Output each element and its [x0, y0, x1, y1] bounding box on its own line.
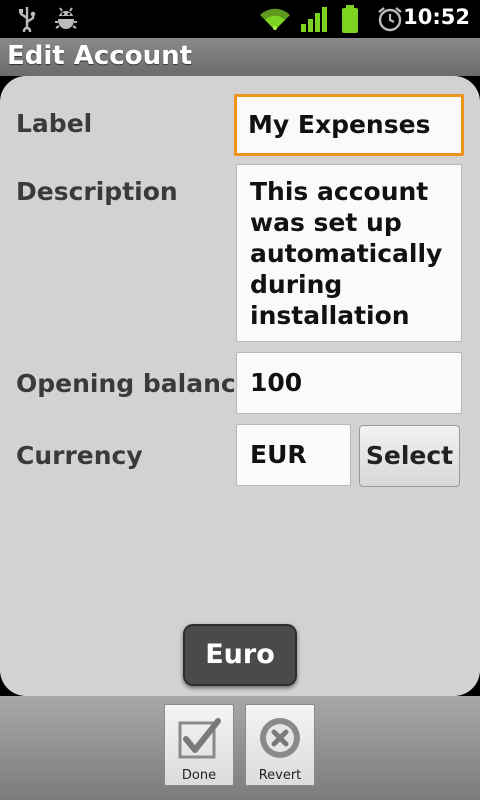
toast-message: Euro — [183, 624, 297, 686]
description-input[interactable]: This account was set up automatically du… — [236, 164, 462, 342]
status-clock: 10:52 — [403, 5, 470, 29]
description-field-label: Description — [16, 177, 178, 206]
page-title: Edit Account — [7, 41, 193, 71]
signal-icon — [301, 7, 327, 32]
opening-balance-input[interactable]: 100 — [236, 352, 462, 414]
label-input[interactable]: My Expenses — [234, 94, 464, 156]
battery-icon — [342, 5, 358, 33]
wifi-icon — [260, 8, 290, 31]
label-field-label: Label — [16, 109, 93, 138]
currency-input[interactable]: EUR — [236, 424, 351, 486]
select-currency-button[interactable]: Select — [359, 425, 460, 487]
android-debug-icon — [55, 7, 77, 29]
cancel-icon — [260, 718, 300, 758]
opening-balance-field-label: Opening balance — [16, 369, 253, 398]
checkmark-icon — [178, 718, 221, 759]
currency-field-label: Currency — [16, 441, 143, 470]
revert-button[interactable]: Revert — [245, 704, 315, 786]
title-bar: Edit Account — [0, 38, 480, 76]
done-button[interactable]: Done — [164, 704, 234, 786]
revert-label: Revert — [258, 768, 302, 783]
bottom-action-bar: Done Revert — [0, 696, 480, 800]
form-card: Label My Expenses Description This accou… — [0, 76, 480, 696]
status-bar: 10:52 — [0, 0, 480, 38]
done-label: Done — [181, 768, 217, 783]
usb-icon — [19, 7, 36, 32]
alarm-icon — [378, 7, 402, 32]
